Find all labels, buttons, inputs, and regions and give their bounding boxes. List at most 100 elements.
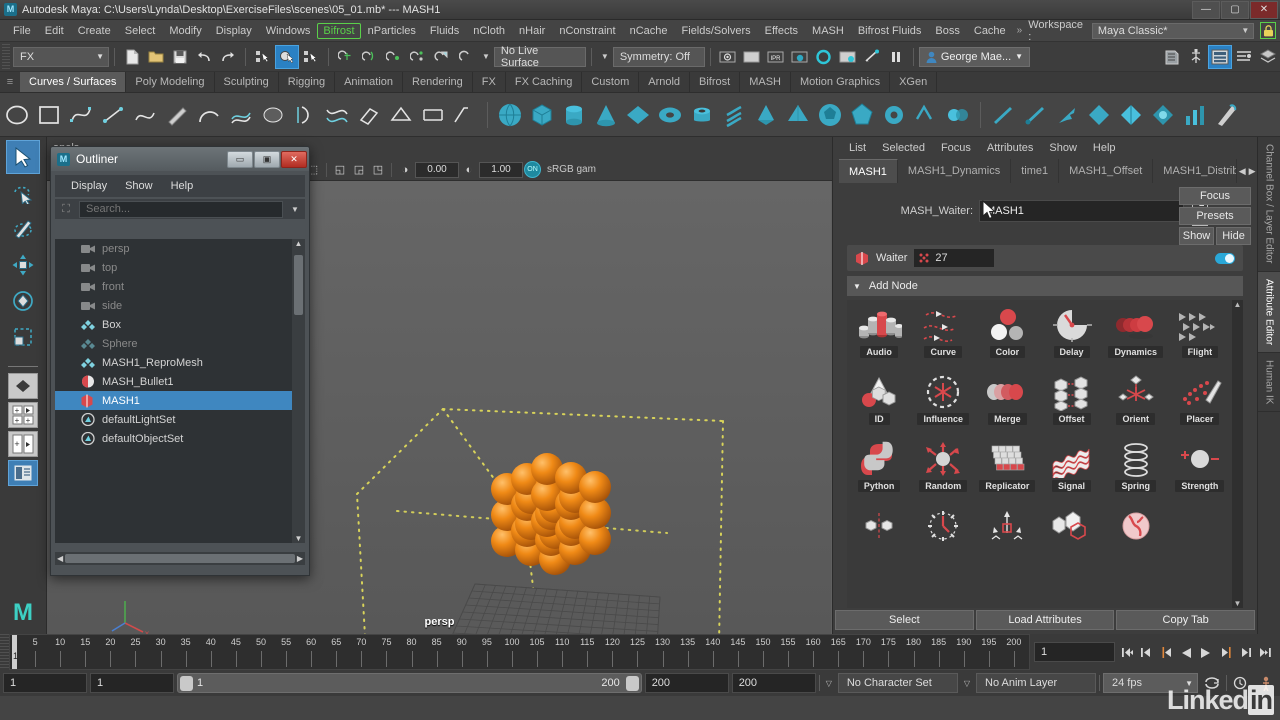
four-pane-layout[interactable]: +++	[8, 402, 38, 428]
poly-prism-icon[interactable]	[751, 100, 781, 130]
outliner-window[interactable]: M Outliner ▭ ▣ ✕ Display Show Help ⛶ ▼ p…	[50, 146, 310, 576]
node-button-spring[interactable]: Spring	[1104, 438, 1168, 505]
render-sequence-icon[interactable]	[740, 45, 764, 69]
user-account-button[interactable]: George Mae... ▼	[919, 47, 1030, 67]
load-attributes-button[interactable]: Load Attributes	[976, 610, 1115, 630]
poly-cone-icon[interactable]	[591, 100, 621, 130]
cv-curve-icon[interactable]	[66, 100, 96, 130]
play-forwards-icon[interactable]	[1197, 641, 1215, 663]
ae-menu-list[interactable]: List	[841, 140, 874, 156]
tab-mash1-dynamics[interactable]: MASH1_Dynamics	[898, 159, 1011, 183]
boundary-icon[interactable]	[386, 100, 416, 130]
filter-icon[interactable]: ⛶	[57, 201, 75, 217]
birail-icon[interactable]	[322, 100, 352, 130]
close-button[interactable]: ✕	[1250, 1, 1278, 19]
node-button-offset[interactable]: Offset	[1039, 371, 1103, 438]
nurbs-square-icon[interactable]	[34, 100, 64, 130]
symmetry-field[interactable]: Symmetry: Off	[613, 47, 705, 67]
scroll-up-icon[interactable]: ▲	[1234, 300, 1242, 309]
menu-modify[interactable]: Modify	[162, 23, 208, 39]
tab-mash1[interactable]: MASH1	[839, 159, 898, 183]
vtab-attribute-editor[interactable]: Attribute Editor	[1258, 272, 1280, 353]
menu-file[interactable]: File	[6, 23, 38, 39]
node-button-strength[interactable]: Strength	[1168, 438, 1232, 505]
menu-mash[interactable]: MASH	[805, 23, 851, 39]
shelf-tab-rendering[interactable]: Rendering	[403, 72, 473, 92]
graph-bars-icon[interactable]	[1180, 100, 1210, 130]
lasso-select-tool[interactable]	[6, 176, 40, 210]
outliner-minimize-button[interactable]: ▭	[227, 151, 253, 168]
menuset-select[interactable]: FX ▼	[13, 47, 109, 67]
move-tool[interactable]	[6, 248, 40, 282]
chevron-down-icon[interactable]: ▼	[287, 205, 303, 214]
node-button-merge[interactable]: Merge	[975, 371, 1039, 438]
snap-overflow-icon[interactable]: ▼	[478, 52, 494, 61]
step-back-keyframe-icon[interactable]	[1137, 641, 1155, 663]
node-button-curve[interactable]: Curve	[911, 304, 975, 371]
snap-view-plane-icon[interactable]	[430, 45, 454, 69]
render-view-icon[interactable]	[836, 45, 860, 69]
vtab-human-ik[interactable]: Human IK	[1258, 353, 1280, 412]
anim-end-field[interactable]: 200	[732, 673, 816, 693]
menu-display[interactable]: Display	[209, 23, 259, 39]
shelf-tab-fx[interactable]: FX	[473, 72, 506, 92]
menu-overflow-icon[interactable]: »	[1013, 25, 1027, 36]
render-settings-icon[interactable]	[788, 45, 812, 69]
poly-sphere-icon[interactable]	[495, 100, 525, 130]
outliner-menu-show[interactable]: Show	[117, 178, 161, 194]
channel-box-toggle-icon[interactable]	[1160, 45, 1184, 69]
maximize-button[interactable]: ▢	[1221, 1, 1249, 19]
bezier-curve-icon[interactable]	[130, 100, 160, 130]
sculpt-tool-2-icon[interactable]	[1020, 100, 1050, 130]
outliner-item-persp[interactable]: persp	[55, 239, 305, 258]
shelf-tab-custom[interactable]: Custom	[582, 72, 639, 92]
waiter-count-field[interactable]: 27	[914, 249, 994, 267]
shelf-tab-mash[interactable]: MASH	[740, 72, 791, 92]
menu-cache[interactable]: Cache	[967, 23, 1013, 39]
node-button-dynamics[interactable]: Dynamics	[1104, 304, 1168, 371]
shelf-tab-fx-caching[interactable]: FX Caching	[506, 72, 582, 92]
open-scene-icon[interactable]	[144, 45, 168, 69]
two-pane-layout[interactable]: +	[8, 431, 38, 457]
range-slider[interactable]: 1 200	[177, 673, 642, 693]
poly-svg-icon[interactable]	[943, 100, 973, 130]
tool-settings-icon[interactable]	[1232, 45, 1256, 69]
timeline-grip[interactable]	[0, 634, 9, 670]
character-set-dropdown-icon[interactable]: ▽	[823, 679, 835, 688]
menu-fields-solvers[interactable]: Fields/Solvers	[675, 23, 758, 39]
workspace-lock-icon[interactable]	[1260, 22, 1276, 39]
shelf-tab-sculpting[interactable]: Sculpting	[215, 72, 279, 92]
ae-menu-selected[interactable]: Selected	[874, 140, 933, 156]
tab-mash1-offset[interactable]: MASH1_Offset	[1059, 159, 1153, 183]
pencil-curve-icon[interactable]	[162, 100, 192, 130]
workspace-select[interactable]: Maya Classic* ▼	[1092, 23, 1254, 39]
node-button-flight[interactable]: Flight	[1168, 304, 1232, 371]
shelf-tab-xgen[interactable]: XGen	[890, 72, 937, 92]
poly-helix-icon[interactable]	[719, 100, 749, 130]
nurbs-circle-icon[interactable]	[2, 100, 32, 130]
outliner-close-button[interactable]: ✕	[281, 151, 307, 168]
ae-menu-attributes[interactable]: Attributes	[979, 140, 1041, 156]
menu-bifrost[interactable]: Bifrost	[317, 23, 360, 39]
menu-select[interactable]: Select	[118, 23, 163, 39]
node-grid-scrollbar[interactable]: ▲ ▼	[1232, 300, 1243, 608]
node-button-python[interactable]: Python	[847, 438, 911, 505]
tab-mash1-distribute[interactable]: MASH1_Distribu	[1153, 159, 1237, 183]
scale-tool[interactable]	[6, 320, 40, 354]
new-scene-icon[interactable]	[120, 45, 144, 69]
node-button-world[interactable]	[1104, 505, 1168, 572]
scroll-up-icon[interactable]: ▲	[295, 239, 303, 248]
current-frame-field[interactable]: 1	[1034, 642, 1115, 662]
menu-nconstraint[interactable]: nConstraint	[552, 23, 622, 39]
add-node-header[interactable]: ▼ Add Node	[847, 276, 1243, 296]
xray-icon[interactable]: ◱	[331, 161, 349, 179]
symmetry-dropdown-icon[interactable]: ▼	[597, 52, 613, 61]
bevel-icon[interactable]	[450, 100, 480, 130]
rotate-tool[interactable]	[6, 284, 40, 318]
outliner-item-front[interactable]: front	[55, 277, 305, 296]
outliner-menu-help[interactable]: Help	[163, 178, 202, 194]
go-to-start-icon[interactable]	[1117, 641, 1135, 663]
anim-start-field[interactable]: 1	[3, 673, 87, 693]
anim-layer-field[interactable]: No Anim Layer	[976, 673, 1096, 693]
range-end-field[interactable]: 200	[645, 673, 729, 693]
